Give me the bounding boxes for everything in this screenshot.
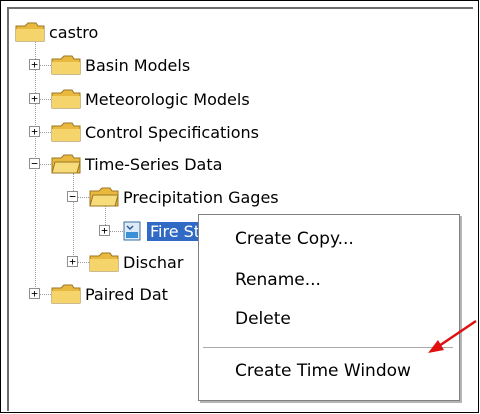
tree-item-time-series-data[interactable]: Time-Series Data [51, 151, 222, 177]
tree-root[interactable]: castro [15, 19, 98, 45]
annotation-arrow-icon [428, 319, 477, 353]
tree-connector [73, 173, 74, 257]
tree-item-meteorologic-models[interactable]: Meteorologic Models [51, 86, 250, 112]
tree-item-label: Control Specifications [85, 122, 259, 142]
menu-item-delete[interactable]: Delete [235, 309, 291, 329]
menu-item-create-time-window[interactable]: Create Time Window [235, 361, 411, 381]
collapse-toggle[interactable]: − [67, 191, 78, 202]
context-menu: Create Copy... Rename... Delete Create T… [198, 214, 460, 401]
tree-item-label: Meteorologic Models [85, 89, 250, 109]
expand-toggle[interactable]: + [29, 288, 40, 299]
tree-item-precipitation-gages[interactable]: Precipitation Gages [89, 184, 279, 210]
tree-item-basin-models[interactable]: Basin Models [51, 52, 190, 78]
tree-item-label: Basin Models [85, 55, 191, 75]
expand-toggle[interactable]: + [29, 93, 40, 104]
expand-toggle[interactable]: + [99, 225, 110, 236]
tree-item-label: Dischar [123, 252, 184, 272]
menu-separator [203, 347, 453, 348]
rain-gage-icon [123, 221, 141, 241]
menu-item-rename[interactable]: Rename... [235, 270, 321, 290]
folder-icon [89, 252, 119, 272]
folder-icon [51, 55, 81, 75]
tree-item-label: Precipitation Gages [123, 187, 279, 207]
folder-icon [15, 22, 45, 42]
tree-root-label: castro [49, 22, 99, 42]
tree-item-paired-data[interactable]: Paired Dat [51, 281, 168, 307]
expand-toggle[interactable]: + [29, 126, 40, 137]
folder-icon [51, 89, 81, 109]
tree-item-control-specifications[interactable]: Control Specifications [51, 119, 259, 145]
tree-item-discharge-gages[interactable]: Dischar [89, 249, 183, 275]
tree-item-label: Time-Series Data [85, 154, 223, 174]
folder-icon [51, 284, 81, 304]
expand-toggle[interactable]: + [29, 59, 40, 70]
folder-icon [51, 122, 81, 142]
menu-item-create-copy[interactable]: Create Copy... [235, 229, 354, 249]
open-folder-icon [51, 154, 81, 174]
open-folder-icon [89, 187, 119, 207]
tree-item-label: Paired Dat [85, 284, 168, 304]
expand-toggle[interactable]: + [67, 256, 78, 267]
collapse-toggle[interactable]: − [29, 158, 40, 169]
